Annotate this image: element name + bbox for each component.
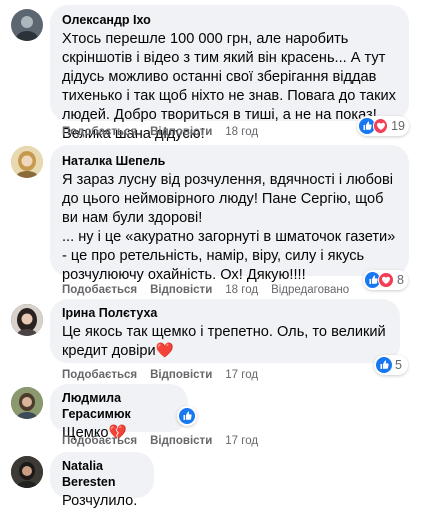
reaction-summary[interactable]: 5 xyxy=(374,355,408,375)
avatar[interactable] xyxy=(11,304,43,336)
like-link[interactable]: Подобається xyxy=(62,433,137,449)
comment-author[interactable]: Natalia Beresten xyxy=(62,458,142,490)
comment-bubble: Наталка Шепель Я зараз лусну від розчуле… xyxy=(50,145,409,283)
love-reaction-icon xyxy=(372,118,389,134)
comment-bubble: Ірина Полєтуха Це якось так щемко і треп… xyxy=(50,299,400,363)
reaction-count: 19 xyxy=(391,119,405,133)
comment-author[interactable]: Олександр Іхо xyxy=(62,12,397,28)
reaction-count: 5 xyxy=(395,358,402,372)
reply-link[interactable]: Відповісти xyxy=(150,124,212,140)
comment-time[interactable]: 17 год xyxy=(225,433,258,449)
reaction-count: 8 xyxy=(397,273,404,287)
comment-actions: Подобається Відповісти 17 год xyxy=(62,367,271,383)
reply-link[interactable]: Відповісти xyxy=(150,367,212,383)
reaction-summary[interactable]: 8 xyxy=(363,270,408,290)
comment-time[interactable]: 17 год xyxy=(225,367,258,383)
edited-label[interactable]: Відредаговано xyxy=(271,282,349,298)
avatar[interactable] xyxy=(11,146,43,178)
comment-bubble: Олександр Іхо Хтось перешле 100 000 грн,… xyxy=(50,5,409,142)
comment-bubble: Людмила Герасимюк Щемко💔 xyxy=(50,384,188,441)
reaction-summary[interactable]: 19 xyxy=(357,116,409,136)
comment-actions: Подобається Відповісти 18 год Відредаговано xyxy=(62,282,362,298)
like-reaction-icon xyxy=(376,357,392,373)
comment-text: Це якось так щемко і трепетно. Оль, то в… xyxy=(62,324,386,359)
comment-author[interactable]: Людмила Герасимюк xyxy=(62,390,176,422)
comment-text: Розчулило. xyxy=(62,493,138,509)
comment-text: Я зараз лусну від розчулення, вдячності … xyxy=(62,172,396,283)
avatar[interactable] xyxy=(11,9,43,41)
comment-actions: Подобається Відповісти 18 год xyxy=(62,124,271,140)
comment-author[interactable]: Наталка Шепель xyxy=(62,153,397,169)
like-link[interactable]: Подобається xyxy=(62,367,137,383)
reply-link[interactable]: Відповісти xyxy=(150,282,212,298)
avatar[interactable] xyxy=(11,387,43,419)
comment-author[interactable]: Ірина Полєтуха xyxy=(62,305,388,321)
like-reaction-icon xyxy=(179,408,195,424)
comment-bubble: Natalia Beresten Розчулило. xyxy=(50,452,154,509)
comment-time[interactable]: 18 год xyxy=(225,282,258,298)
like-link[interactable]: Подобається xyxy=(62,124,137,140)
comment-actions: Подобається Відповісти 17 год xyxy=(62,433,271,449)
reply-link[interactable]: Відповісти xyxy=(150,433,212,449)
avatar[interactable] xyxy=(11,456,43,488)
reaction-summary[interactable] xyxy=(177,406,197,426)
comment-time[interactable]: 18 год xyxy=(225,124,258,140)
like-link[interactable]: Подобається xyxy=(62,282,137,298)
love-reaction-icon xyxy=(378,272,395,288)
